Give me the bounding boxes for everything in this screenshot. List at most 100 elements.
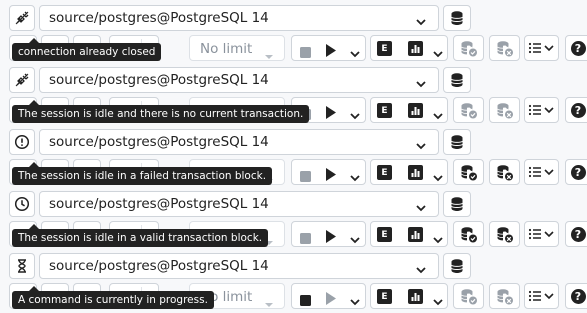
explain-group: E — [370, 283, 448, 309]
explain-analyze-button[interactable] — [408, 41, 423, 60]
list-icon — [528, 228, 554, 240]
explain-options-button[interactable] — [432, 168, 444, 187]
tooltip-text: A command is currently in progress. — [18, 294, 208, 306]
connection-bar: source/postgres@PostgreSQL 14 — [0, 5, 587, 33]
connection-select[interactable]: source/postgres@PostgreSQL 14 — [39, 253, 439, 279]
database-undo-icon — [496, 288, 513, 304]
new-connection-button[interactable] — [443, 129, 471, 155]
macros-button[interactable] — [524, 221, 559, 247]
connection-select[interactable]: source/postgres@PostgreSQL 14 — [39, 67, 439, 93]
clock-icon — [14, 196, 30, 212]
bar-chart-icon — [408, 289, 423, 304]
play-icon — [326, 106, 336, 119]
explain-group: E — [370, 35, 448, 61]
chevron-down-icon — [350, 51, 360, 58]
help-button[interactable]: ? — [565, 35, 587, 61]
new-connection-button[interactable] — [443, 253, 471, 279]
alert-circle-icon — [14, 134, 30, 150]
help-button[interactable]: ? — [565, 221, 587, 247]
execute-options-button[interactable] — [349, 168, 361, 187]
rollback-button[interactable] — [489, 221, 520, 247]
explain-analyze-button[interactable] — [408, 103, 423, 122]
macros-button[interactable] — [524, 97, 559, 123]
chevron-down-icon — [350, 299, 360, 306]
stop-icon — [300, 171, 311, 182]
bar-chart-icon — [408, 103, 423, 118]
commit-button[interactable] — [453, 97, 484, 123]
explain-analyze-button[interactable] — [408, 165, 423, 184]
explain-options-button[interactable] — [432, 106, 444, 125]
explain-options-button[interactable] — [432, 44, 444, 63]
rollback-button[interactable] — [489, 159, 520, 185]
stop-icon[interactable] — [300, 167, 311, 186]
stop-icon — [300, 233, 311, 244]
help-button[interactable]: ? — [565, 283, 587, 309]
rollback-button[interactable] — [489, 97, 520, 123]
status-tooltip: A command is currently in progress. — [12, 286, 214, 309]
explain-options-button[interactable] — [432, 292, 444, 311]
stop-icon[interactable] — [300, 229, 311, 248]
connection-status-button[interactable] — [9, 129, 35, 155]
new-connection-button[interactable] — [443, 67, 471, 93]
execute-options-button[interactable] — [349, 106, 361, 125]
tooltip-arrow — [29, 38, 39, 43]
execute-options-button[interactable] — [349, 230, 361, 249]
execute-options-button[interactable] — [349, 292, 361, 311]
tooltip-text: The session is idle in a failed transact… — [18, 170, 267, 182]
chevron-down-icon — [416, 267, 426, 274]
connection-status-button[interactable] — [9, 67, 35, 93]
chevron-down-icon — [350, 113, 360, 120]
explain-analyze-button[interactable] — [408, 227, 423, 246]
execute-button[interactable] — [325, 42, 337, 61]
commit-button[interactable] — [453, 283, 484, 309]
explain-options-button[interactable] — [432, 230, 444, 249]
macros-button[interactable] — [524, 35, 559, 61]
explain-button[interactable]: E — [377, 289, 392, 304]
stop-icon[interactable] — [300, 291, 311, 310]
list-icon — [528, 104, 554, 116]
play-icon — [326, 44, 336, 57]
connection-select[interactable]: source/postgres@PostgreSQL 14 — [39, 5, 439, 31]
stop-icon — [300, 295, 311, 306]
bar-chart-icon — [408, 41, 423, 56]
connection-select[interactable]: source/postgres@PostgreSQL 14 — [39, 129, 439, 155]
explain-button[interactable]: E — [377, 103, 392, 118]
connection-bar: source/postgres@PostgreSQL 14 — [0, 191, 587, 219]
database-icon — [451, 11, 463, 25]
connection-status-button[interactable] — [9, 5, 35, 31]
help-icon: ? — [570, 102, 586, 118]
execute-button[interactable] — [325, 290, 337, 309]
play-icon — [326, 292, 336, 305]
new-connection-button[interactable] — [443, 5, 471, 31]
macros-button[interactable] — [524, 283, 559, 309]
stop-icon[interactable] — [300, 43, 311, 62]
commit-button[interactable] — [453, 221, 484, 247]
chevron-down-icon — [416, 81, 426, 88]
connection-status-button[interactable] — [9, 191, 35, 217]
execute-button[interactable] — [325, 166, 337, 185]
connection-label: source/postgres@PostgreSQL 14 — [49, 134, 269, 150]
help-button[interactable]: ? — [565, 159, 587, 185]
rows-limit-select[interactable]: No limit — [189, 35, 285, 61]
explain-analyze-button[interactable] — [408, 289, 423, 308]
help-button[interactable]: ? — [565, 97, 587, 123]
macros-button[interactable] — [524, 159, 559, 185]
chevron-down-icon — [433, 299, 443, 306]
execute-button[interactable] — [325, 228, 337, 247]
explain-button[interactable]: E — [377, 165, 392, 180]
explain-button[interactable]: E — [377, 41, 392, 56]
connection-status-button[interactable] — [9, 253, 35, 279]
rollback-button[interactable] — [489, 35, 520, 61]
new-connection-button[interactable] — [443, 191, 471, 217]
explain-button[interactable]: E — [377, 227, 392, 242]
connection-label: source/postgres@PostgreSQL 14 — [49, 72, 269, 88]
database-icon — [451, 259, 463, 273]
execute-button[interactable] — [325, 104, 337, 123]
execute-options-button[interactable] — [349, 44, 361, 63]
commit-button[interactable] — [453, 35, 484, 61]
connection-select[interactable]: source/postgres@PostgreSQL 14 — [39, 191, 439, 217]
chevron-down-icon — [416, 205, 426, 212]
database-check-icon — [460, 102, 477, 118]
rollback-button[interactable] — [489, 283, 520, 309]
commit-button[interactable] — [453, 159, 484, 185]
